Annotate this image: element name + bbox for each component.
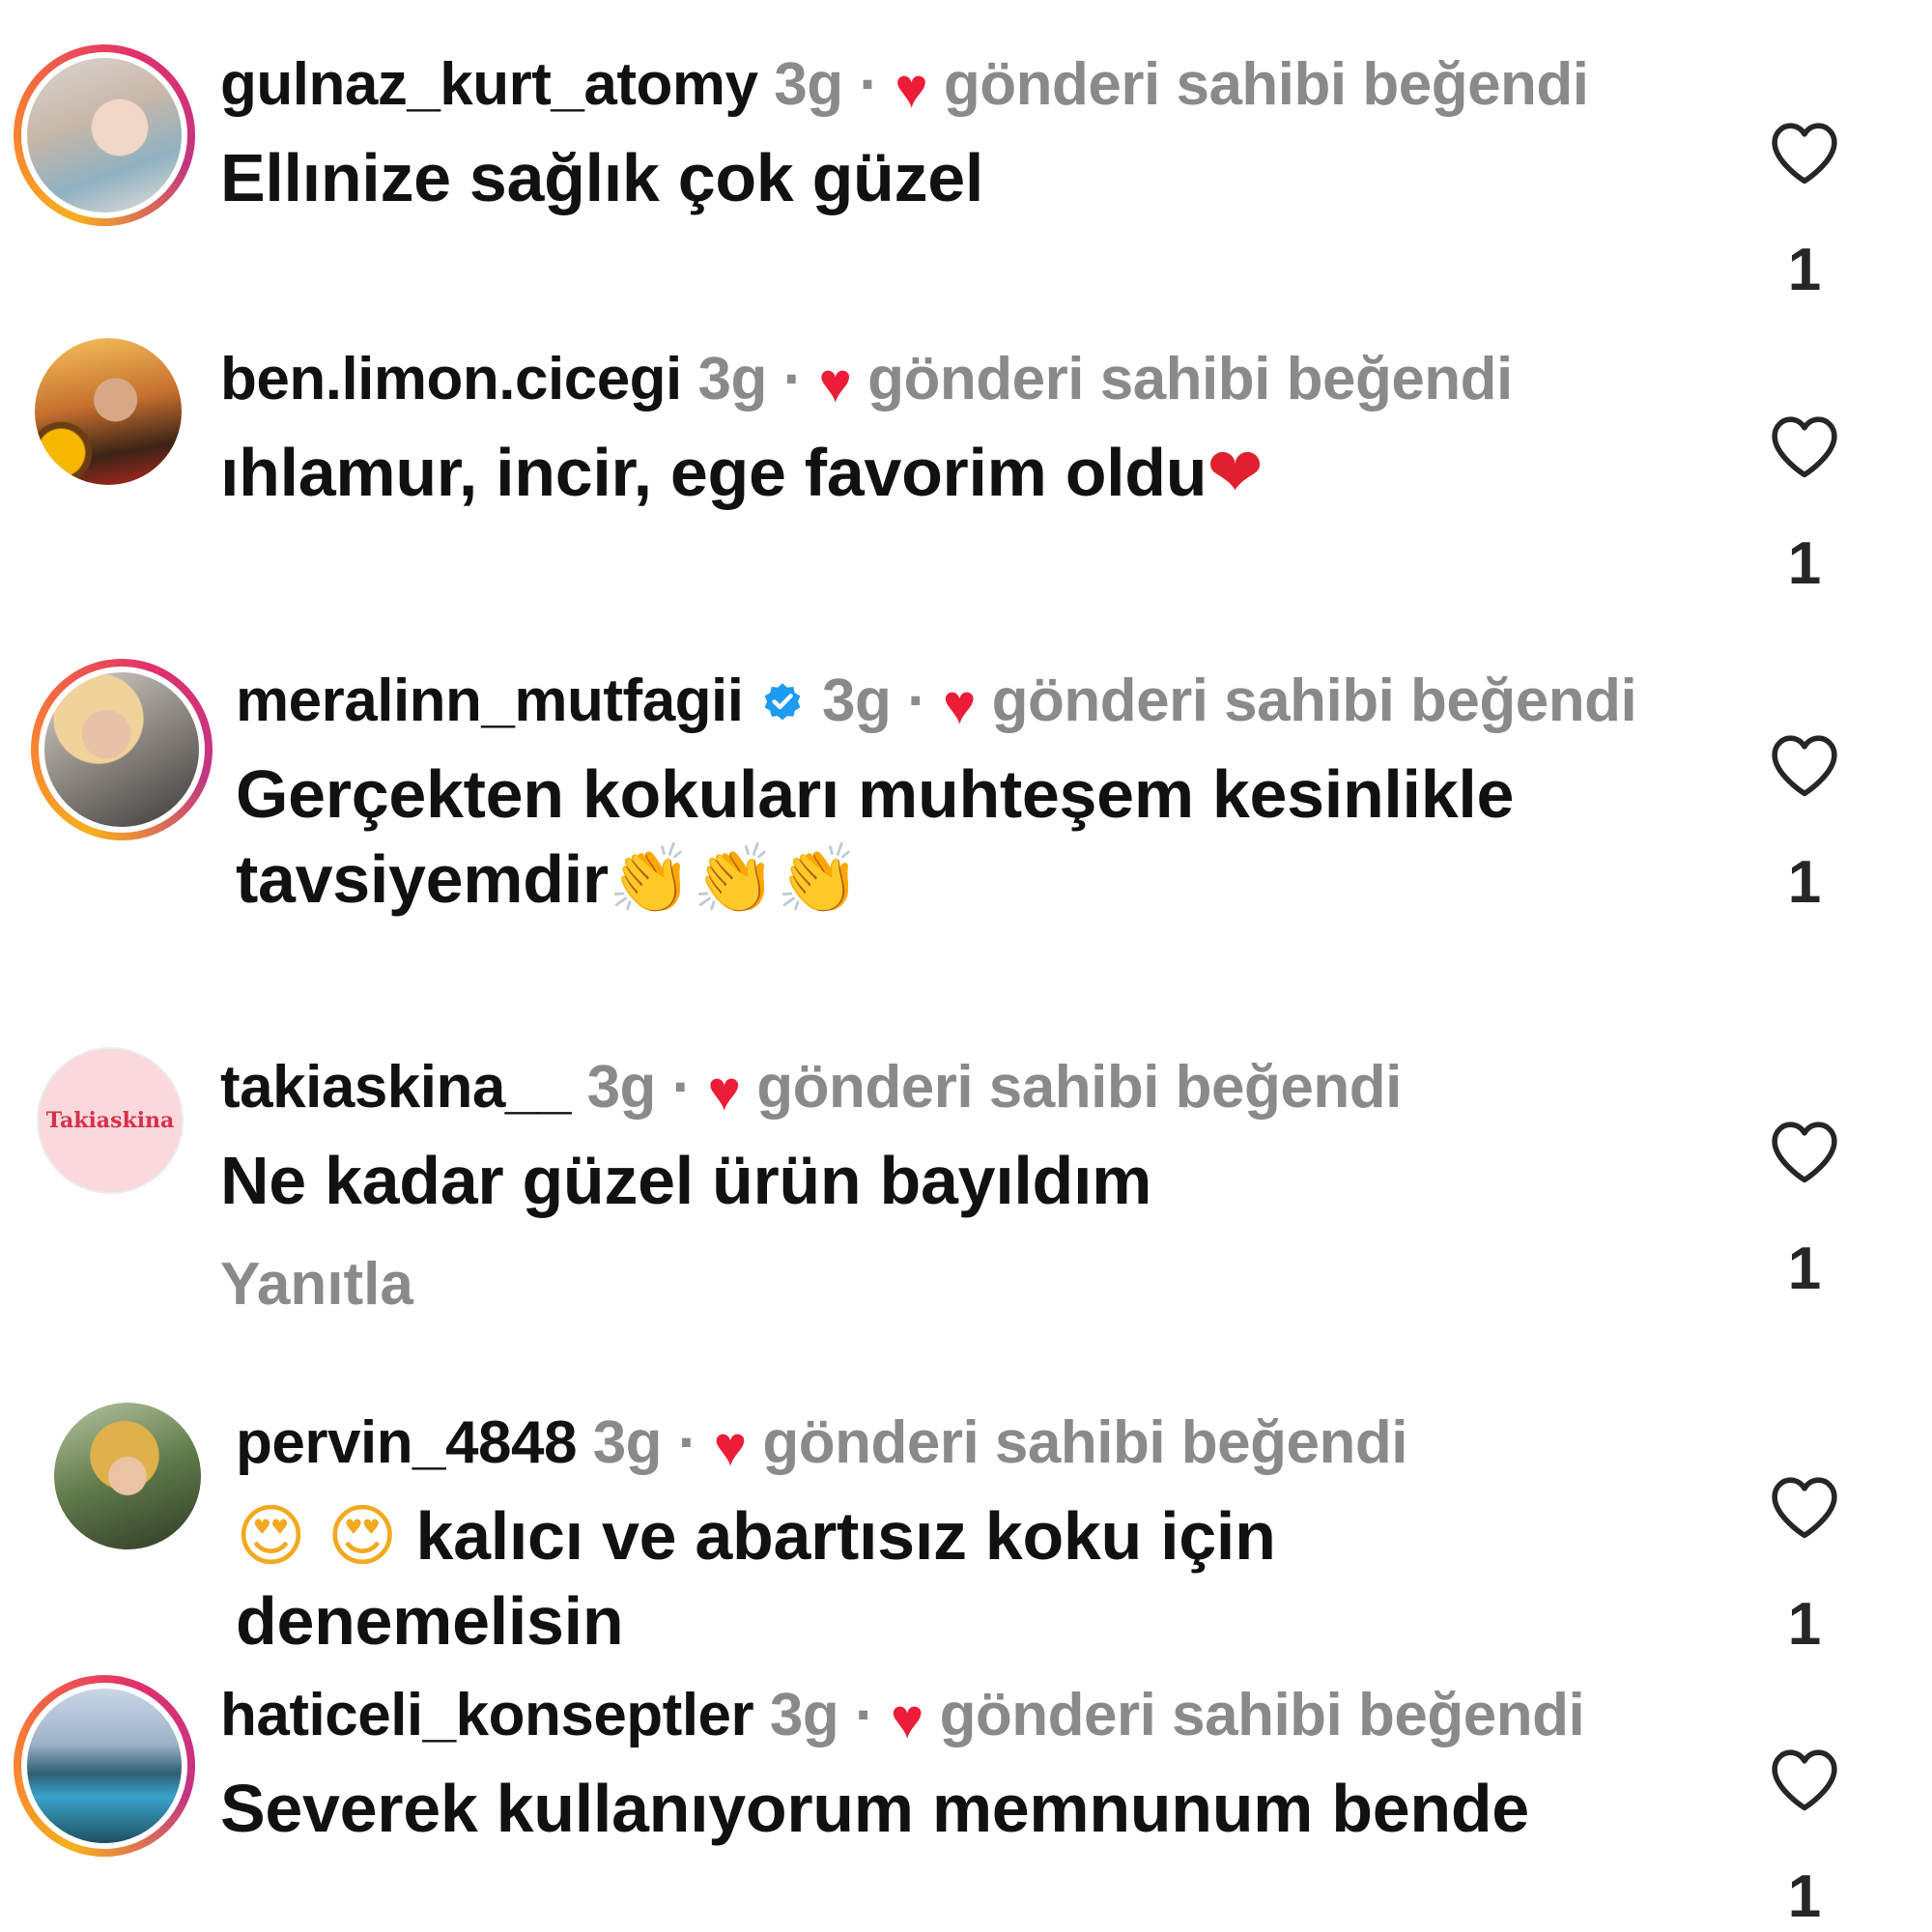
comment-meta: ben.limon.cicegi 3g · ♥ gönderi sahibi b… [220, 343, 1729, 420]
heart-outline-icon[interactable] [1768, 732, 1841, 798]
separator: · [677, 1409, 698, 1476]
timestamp: 3g [592, 1409, 663, 1476]
comment-text: Ne kadar güzel ürün bayıldım [220, 1143, 1152, 1218]
liked-by-author-label: gönderi sahibi beğendi [756, 1054, 1402, 1121]
comment-meta: haticeli_konseptler 3g · ♥ gönderi sahib… [220, 1679, 1729, 1756]
timestamp: 3g [697, 346, 768, 412]
like-count: 1 [1787, 530, 1822, 597]
heart-outline-icon[interactable] [1768, 120, 1841, 185]
separator: · [859, 51, 879, 118]
liked-by-author-label: gönderi sahibi beğendi [762, 1409, 1407, 1476]
heart-filled-icon: ♥ [707, 1060, 741, 1122]
heart-filled-icon: ♥ [713, 1415, 747, 1478]
like-count: 1 [1787, 1236, 1822, 1302]
like-control: 1 [1768, 732, 1841, 917]
comment-meta: gulnaz_kurt_atomy 3g · ♥ gönderi sahibi … [220, 48, 1729, 126]
username[interactable]: gulnaz_kurt_atomy [220, 51, 758, 118]
timestamp: 3g [769, 1682, 839, 1748]
liked-by-author-label: gönderi sahibi beğendi [943, 51, 1589, 118]
heart-filled-icon: ♥ [895, 57, 928, 120]
avatar[interactable] [54, 1403, 201, 1549]
heart-outline-icon[interactable] [1768, 1747, 1841, 1812]
timestamp: 3g [821, 668, 892, 734]
heart-outline-icon[interactable] [1768, 1119, 1841, 1184]
separator: · [671, 1054, 693, 1121]
avatar-logo-text: Takiaskina [45, 1108, 175, 1133]
comment-text: Gerçekten kokuları muhteşem kesinlikle t… [236, 752, 1729, 922]
like-control: 1 [1768, 1747, 1841, 1931]
verified-badge-icon [764, 683, 801, 721]
like-count: 1 [1787, 237, 1822, 303]
comment-meta: takiaskina__ 3g · ♥ gönderi sahibi beğen… [220, 1051, 1729, 1128]
heart-filled-icon: ♥ [818, 352, 852, 414]
comment-text: 😍 😍 kalıcı ve abartısız koku için deneme… [236, 1493, 1729, 1663]
comment-text: ıhlamur, incir, ege favorim oldu❤ [220, 430, 1729, 515]
comment-text: Severek kullanıyorum memnunum bende [220, 1771, 1529, 1846]
avatar[interactable]: Takiaskina [37, 1047, 184, 1194]
heart-filled-icon: ♥ [942, 673, 976, 736]
like-control: 1 [1768, 413, 1841, 598]
username[interactable]: takiaskina__ [220, 1054, 571, 1121]
heart-eyes-emoji: 😍 😍 [236, 1496, 398, 1576]
heart-outline-icon[interactable] [1768, 1474, 1841, 1540]
heart-emoji: ❤ [1207, 433, 1264, 512]
avatar[interactable] [31, 659, 213, 840]
liked-by-author-label: gönderi sahibi beğendi [867, 346, 1513, 412]
timestamp: 3g [774, 51, 843, 118]
liked-by-author-label: gönderi sahibi beğendi [991, 668, 1637, 734]
comment-meta: pervin_4848 3g · ♥ gönderi sahibi beğend… [236, 1406, 1729, 1484]
avatar[interactable] [35, 338, 182, 485]
username[interactable]: haticeli_konseptler [220, 1682, 754, 1748]
heart-outline-icon[interactable] [1768, 413, 1841, 479]
comment-text-body: ıhlamur, incir, ege favorim oldu [220, 435, 1208, 510]
separator: · [782, 346, 804, 412]
like-control: 1 [1768, 1474, 1841, 1659]
liked-by-author-label: gönderi sahibi beğendi [939, 1682, 1585, 1748]
comment-meta: meralinn_mutfagii 3g · ♥ gönderi sahibi … [236, 665, 1729, 742]
avatar[interactable] [14, 44, 195, 226]
reply-button[interactable]: Yanıtla [220, 1250, 1729, 1319]
username[interactable]: ben.limon.cicegi [220, 346, 682, 412]
like-control: 1 [1768, 120, 1841, 304]
comment-text-body: Gerçekten kokuları muhteşem kesinlikle t… [236, 756, 1515, 917]
like-control: 1 [1768, 1119, 1841, 1303]
username[interactable]: pervin_4848 [236, 1409, 577, 1476]
timestamp: 3g [586, 1054, 657, 1121]
username[interactable]: meralinn_mutfagii [236, 668, 744, 734]
like-count: 1 [1787, 1591, 1822, 1658]
heart-filled-icon: ♥ [890, 1688, 923, 1750]
like-count: 1 [1787, 1863, 1822, 1930]
comment-text: Ellınize sağlık çok güzel [220, 140, 983, 215]
separator: · [907, 668, 927, 734]
separator: · [855, 1682, 875, 1748]
clapping-hands-emoji: 👏👏👏 [608, 839, 861, 919]
avatar[interactable] [14, 1675, 195, 1857]
like-count: 1 [1787, 849, 1822, 916]
